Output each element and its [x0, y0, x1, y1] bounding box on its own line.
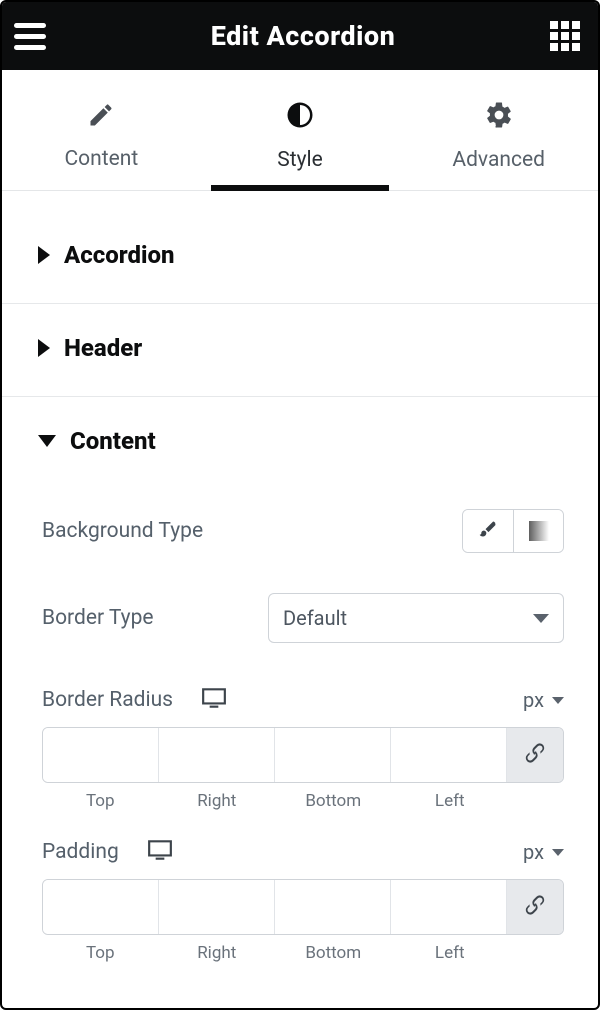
- contrast-icon: [285, 100, 315, 134]
- border-type-value: Default: [283, 606, 347, 630]
- background-type-classic[interactable]: [463, 510, 513, 552]
- padding-top[interactable]: [43, 880, 159, 934]
- page-title: Edit Accordion: [211, 20, 396, 52]
- border-type-label: Border Type: [42, 606, 154, 630]
- border-radius-bottom[interactable]: [275, 728, 391, 782]
- border-radius-top[interactable]: [43, 728, 159, 782]
- section-header: Header: [2, 303, 598, 396]
- gear-icon: [484, 100, 514, 134]
- caption-top: Top: [42, 791, 159, 811]
- chevron-down-icon: [533, 614, 549, 623]
- caption-bottom: Bottom: [275, 943, 392, 963]
- padding-link-toggle[interactable]: [507, 880, 563, 934]
- section-content: Content Background Type: [2, 396, 598, 977]
- desktop-icon[interactable]: [147, 839, 173, 865]
- row-background-type: Background Type: [42, 489, 564, 573]
- chevron-down-icon: [38, 435, 56, 447]
- padding-right[interactable]: [159, 880, 275, 934]
- tab-content-label: Content: [64, 147, 138, 171]
- padding-left[interactable]: [391, 880, 507, 934]
- row-border-type: Border Type Default: [42, 573, 564, 663]
- gradient-icon: [529, 521, 549, 541]
- caption-bottom: Bottom: [275, 791, 392, 811]
- border-radius-left[interactable]: [391, 728, 507, 782]
- border-radius-link-toggle[interactable]: [507, 728, 563, 782]
- link-icon: [524, 742, 546, 768]
- header-bar: Edit Accordion: [2, 2, 598, 70]
- border-type-select[interactable]: Default: [268, 593, 564, 643]
- section-accordion: Accordion: [2, 191, 598, 303]
- desktop-icon[interactable]: [201, 687, 227, 713]
- chevron-down-icon: [552, 849, 564, 856]
- tab-advanced-label: Advanced: [452, 148, 545, 172]
- chevron-right-icon: [38, 246, 50, 264]
- background-type-gradient[interactable]: [513, 510, 563, 552]
- section-header-label: Header: [64, 334, 142, 362]
- caption-left: Left: [392, 943, 509, 963]
- padding-bottom[interactable]: [275, 880, 391, 934]
- padding-fields: [42, 879, 564, 935]
- section-content-label: Content: [70, 427, 156, 455]
- pencil-icon: [87, 101, 115, 133]
- background-type-group: [462, 509, 564, 553]
- section-accordion-header[interactable]: Accordion: [2, 191, 598, 303]
- tab-advanced[interactable]: Advanced: [399, 86, 598, 190]
- caption-left: Left: [392, 791, 509, 811]
- tab-style[interactable]: Style: [201, 86, 400, 190]
- border-radius-right[interactable]: [159, 728, 275, 782]
- border-radius-label: Border Radius: [42, 688, 173, 712]
- border-radius-fields: [42, 727, 564, 783]
- chevron-right-icon: [38, 339, 50, 357]
- border-radius-captions: Top Right Bottom Left: [42, 791, 564, 811]
- menu-button[interactable]: [14, 15, 56, 57]
- caption-top: Top: [42, 943, 159, 963]
- padding-captions: Top Right Bottom Left: [42, 943, 564, 963]
- chevron-down-icon: [552, 697, 564, 704]
- section-accordion-label: Accordion: [64, 241, 174, 269]
- tab-content[interactable]: Content: [2, 86, 201, 190]
- content-panel: Background Type Border Typ: [2, 489, 598, 977]
- row-border-radius: Border Radius px: [42, 663, 564, 719]
- brush-icon: [478, 519, 498, 543]
- padding-label: Padding: [42, 840, 119, 864]
- padding-unit[interactable]: px: [523, 840, 564, 864]
- section-content-header[interactable]: Content: [2, 397, 598, 489]
- background-type-label: Background Type: [42, 519, 203, 543]
- tab-style-label: Style: [277, 148, 323, 172]
- border-radius-unit-label: px: [523, 688, 544, 712]
- link-icon: [524, 894, 546, 920]
- border-radius-unit[interactable]: px: [523, 688, 564, 712]
- section-header-header[interactable]: Header: [2, 304, 598, 396]
- padding-unit-label: px: [523, 840, 544, 864]
- caption-right: Right: [159, 943, 276, 963]
- row-padding: Padding px: [42, 815, 564, 871]
- apps-grid-button[interactable]: [550, 21, 580, 51]
- tabs: Content Style Advanced: [2, 86, 598, 191]
- caption-right: Right: [159, 791, 276, 811]
- sections: Accordion Header Content Background Type: [2, 191, 598, 977]
